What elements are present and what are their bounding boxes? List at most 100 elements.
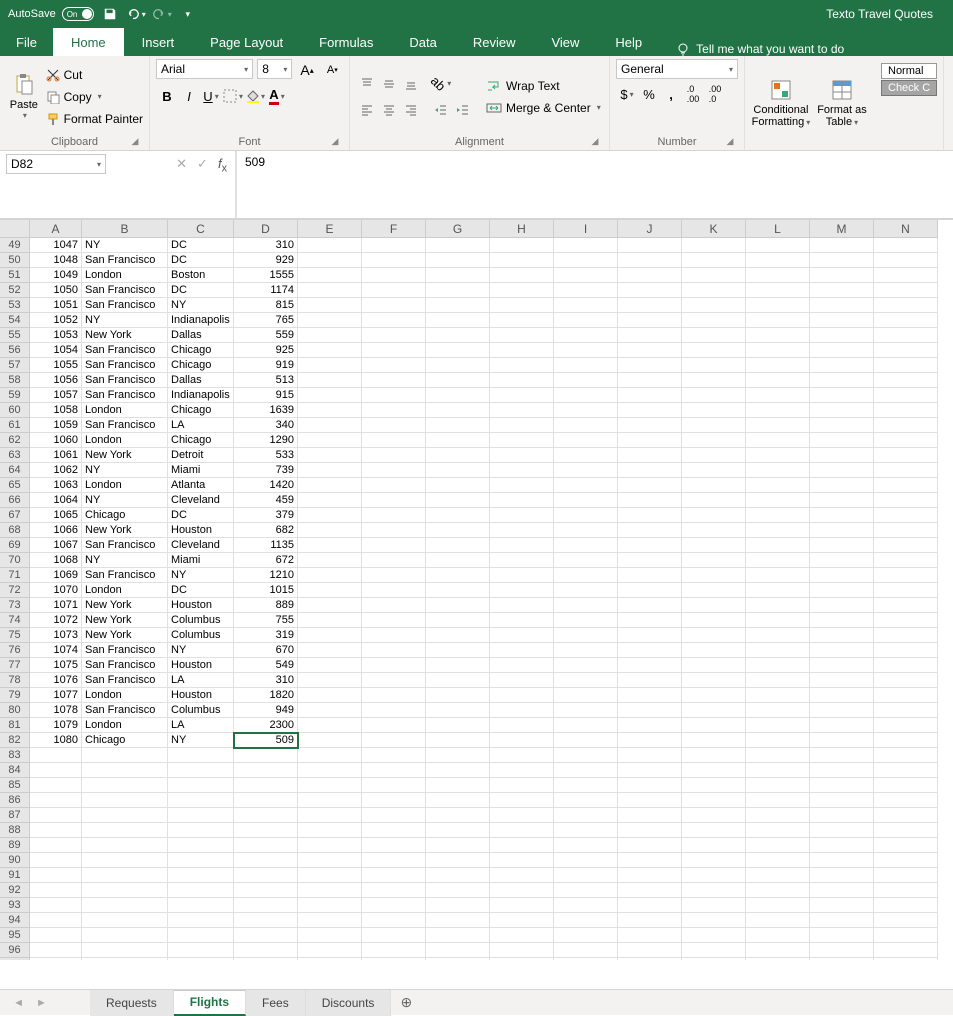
cell[interactable] [168,808,234,823]
cell[interactable] [810,673,874,688]
cell[interactable] [82,943,168,958]
cell[interactable] [874,823,938,838]
cell[interactable] [746,493,810,508]
cell[interactable] [618,613,682,628]
cell[interactable]: 559 [234,328,298,343]
cell[interactable] [874,538,938,553]
cell[interactable] [362,883,426,898]
cell[interactable] [682,763,746,778]
merge-center-button[interactable]: Merge & Center▾ [486,97,601,119]
cell[interactable] [298,478,362,493]
currency-icon[interactable]: $▾ [616,83,638,105]
format-painter-button[interactable]: Format Painter [46,108,143,130]
cell[interactable] [362,463,426,478]
cell[interactable] [682,898,746,913]
cell[interactable] [298,643,362,658]
cell[interactable] [298,793,362,808]
cell[interactable] [618,928,682,943]
cell[interactable] [746,598,810,613]
cell[interactable] [810,493,874,508]
cell[interactable] [490,613,554,628]
cell[interactable]: 949 [234,703,298,718]
cell[interactable] [810,613,874,628]
cell[interactable] [682,658,746,673]
dialog-launcher-icon[interactable]: ◢ [589,136,601,148]
cell[interactable] [746,463,810,478]
cell[interactable] [490,448,554,463]
cell[interactable]: 1067 [30,538,82,553]
cell[interactable] [490,748,554,763]
conditional-formatting-button[interactable]: ConditionalFormatting▾ [751,59,811,146]
cell[interactable] [30,868,82,883]
cell[interactable] [362,418,426,433]
cell[interactable] [234,823,298,838]
cell[interactable]: Miami [168,463,234,478]
cell[interactable]: 1068 [30,553,82,568]
cell[interactable] [810,403,874,418]
cell[interactable] [490,553,554,568]
cell[interactable]: 1069 [30,568,82,583]
cell[interactable] [618,538,682,553]
format-as-table-button[interactable]: Format asTable▾ [815,59,869,146]
cell[interactable] [554,628,618,643]
cell[interactable] [362,958,426,960]
cell[interactable] [362,703,426,718]
row-header[interactable]: 53 [0,298,30,313]
qat-customize-icon[interactable]: ▾ [178,4,198,24]
cell[interactable] [746,658,810,673]
cell[interactable] [554,868,618,883]
cell[interactable]: 1080 [30,733,82,748]
cell[interactable] [618,958,682,960]
cell[interactable] [682,703,746,718]
cell[interactable] [682,778,746,793]
cell[interactable]: NY [168,298,234,313]
cut-button[interactable]: Cut [46,64,143,86]
cell[interactable] [30,808,82,823]
cell[interactable] [426,868,490,883]
cell[interactable] [298,523,362,538]
cell[interactable] [362,523,426,538]
cell[interactable]: 1051 [30,298,82,313]
cell[interactable] [618,253,682,268]
cell[interactable] [168,763,234,778]
cell[interactable] [298,763,362,778]
cell[interactable] [554,583,618,598]
cell[interactable] [426,658,490,673]
cell[interactable]: San Francisco [82,673,168,688]
cell[interactable]: 1053 [30,328,82,343]
cell[interactable] [362,928,426,943]
tab-review[interactable]: Review [455,28,534,56]
cell[interactable] [874,463,938,478]
cell[interactable]: 1077 [30,688,82,703]
cell[interactable] [426,793,490,808]
increase-indent-icon[interactable] [452,99,474,121]
cell[interactable] [618,388,682,403]
cell[interactable] [810,808,874,823]
cell[interactable] [874,388,938,403]
spreadsheet-grid[interactable]: ABCDEFGHIJKLMN 4950515253545556575859606… [0,220,953,960]
cell[interactable] [426,613,490,628]
cell[interactable] [30,763,82,778]
cell[interactable] [618,868,682,883]
cell[interactable]: San Francisco [82,568,168,583]
cell[interactable] [490,418,554,433]
cell[interactable]: DC [168,253,234,268]
cell[interactable] [30,793,82,808]
cell[interactable]: 1050 [30,283,82,298]
cell[interactable] [362,913,426,928]
cell[interactable] [810,763,874,778]
cell[interactable] [618,883,682,898]
cell[interactable] [874,808,938,823]
cell[interactable] [490,853,554,868]
cell[interactable] [554,763,618,778]
cell[interactable] [746,793,810,808]
cell[interactable] [746,613,810,628]
cell[interactable] [746,688,810,703]
row-header[interactable]: 88 [0,823,30,838]
cell[interactable]: Columbus [168,613,234,628]
wrap-text-button[interactable]: Wrap Text [486,75,601,97]
cell[interactable] [30,883,82,898]
cell[interactable]: 533 [234,448,298,463]
tab-insert[interactable]: Insert [124,28,193,56]
cell[interactable]: London [82,718,168,733]
